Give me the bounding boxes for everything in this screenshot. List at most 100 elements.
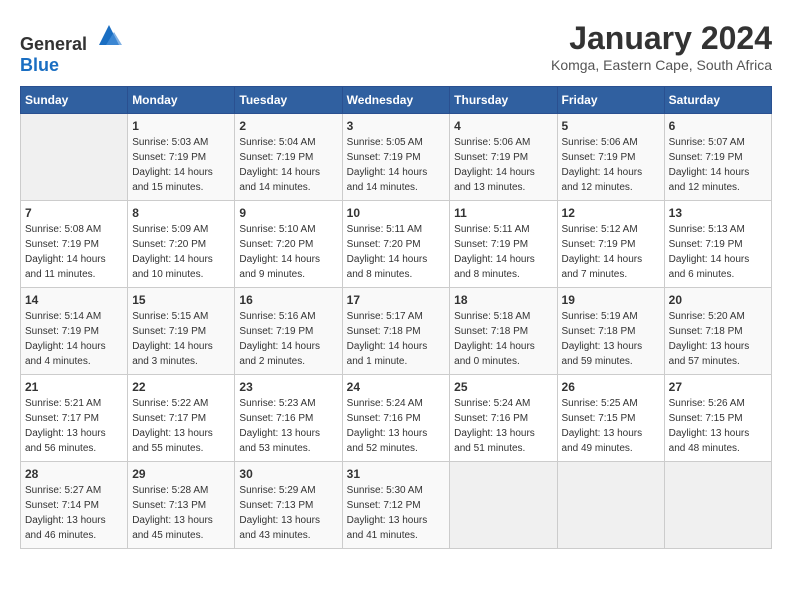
calendar-cell: 19 Sunrise: 5:19 AM Sunset: 7:18 PM Dayli…	[557, 288, 664, 375]
calendar-cell: 14 Sunrise: 5:14 AM Sunset: 7:19 PM Dayli…	[21, 288, 128, 375]
title-section: January 2024 Komga, Eastern Cape, South …	[551, 20, 772, 73]
day-info: Sunrise: 5:09 AM Sunset: 7:20 PM Dayligh…	[132, 222, 230, 282]
day-info: Sunrise: 5:28 AM Sunset: 7:13 PM Dayligh…	[132, 483, 230, 543]
calendar-header-row: SundayMondayTuesdayWednesdayThursdayFrid…	[21, 87, 772, 114]
calendar-cell: 30Sunrise: 5:29 AM Sunset: 7:13 PM Dayli…	[235, 462, 342, 549]
day-number: 8	[132, 206, 230, 220]
day-number: 9	[239, 206, 337, 220]
day-number: 7	[25, 206, 123, 220]
calendar-cell: 28 Sunrise: 5:27 AM Sunset: 7:14 PM Dayli…	[21, 462, 128, 549]
logo-icon	[94, 20, 124, 50]
calendar-cell: 6Sunrise: 5:07 AM Sunset: 7:19 PM Daylig…	[664, 114, 771, 201]
day-info: Sunrise: 5:08 AM Sunset: 7:19 PM Dayligh…	[25, 222, 123, 282]
day-number: 26	[562, 380, 660, 394]
day-info: Sunrise: 5:26 AM Sunset: 7:15 PM Dayligh…	[669, 396, 767, 456]
day-number: 28	[25, 467, 123, 481]
calendar-cell: 20 Sunrise: 5:20 AM Sunset: 7:18 PM Dayli…	[664, 288, 771, 375]
day-number: 2	[239, 119, 337, 133]
day-info: Sunrise: 5:24 AM Sunset: 7:16 PM Dayligh…	[454, 396, 552, 456]
day-header: Monday	[128, 87, 235, 114]
calendar-week-row: 28 Sunrise: 5:27 AM Sunset: 7:14 PM Dayli…	[21, 462, 772, 549]
day-number: 18	[454, 293, 552, 307]
calendar-cell: 8 Sunrise: 5:09 AM Sunset: 7:20 PM Daylig…	[128, 201, 235, 288]
calendar-week-row: 7 Sunrise: 5:08 AM Sunset: 7:19 PM Daylig…	[21, 201, 772, 288]
calendar-week-row: 1 Sunrise: 5:03 AM Sunset: 7:19 PM Daylig…	[21, 114, 772, 201]
calendar-cell: 2 Sunrise: 5:04 AM Sunset: 7:19 PM Daylig…	[235, 114, 342, 201]
day-info: Sunrise: 5:05 AM Sunset: 7:19 PM Dayligh…	[347, 135, 446, 195]
day-info: Sunrise: 5:04 AM Sunset: 7:19 PM Dayligh…	[239, 135, 337, 195]
day-number: 29	[132, 467, 230, 481]
calendar-cell: 16 Sunrise: 5:16 AM Sunset: 7:19 PM Dayli…	[235, 288, 342, 375]
calendar-cell: 18Sunrise: 5:18 AM Sunset: 7:18 PM Dayli…	[450, 288, 557, 375]
day-number: 23	[239, 380, 337, 394]
calendar-cell: 24 Sunrise: 5:24 AM Sunset: 7:16 PM Dayli…	[342, 375, 450, 462]
day-info: Sunrise: 5:16 AM Sunset: 7:19 PM Dayligh…	[239, 309, 337, 369]
day-info: Sunrise: 5:11 AM Sunset: 7:19 PM Dayligh…	[454, 222, 552, 282]
day-number: 19	[562, 293, 660, 307]
day-number: 4	[454, 119, 552, 133]
day-number: 3	[347, 119, 446, 133]
day-info: Sunrise: 5:03 AM Sunset: 7:19 PM Dayligh…	[132, 135, 230, 195]
calendar-cell: 11 Sunrise: 5:11 AM Sunset: 7:19 PM Dayli…	[450, 201, 557, 288]
calendar-cell: 12Sunrise: 5:12 AM Sunset: 7:19 PM Dayli…	[557, 201, 664, 288]
day-number: 14	[25, 293, 123, 307]
calendar-week-row: 14 Sunrise: 5:14 AM Sunset: 7:19 PM Dayli…	[21, 288, 772, 375]
day-number: 5	[562, 119, 660, 133]
day-info: Sunrise: 5:14 AM Sunset: 7:19 PM Dayligh…	[25, 309, 123, 369]
calendar-cell: 27 Sunrise: 5:26 AM Sunset: 7:15 PM Dayli…	[664, 375, 771, 462]
day-info: Sunrise: 5:29 AM Sunset: 7:13 PM Dayligh…	[239, 483, 337, 543]
day-info: Sunrise: 5:11 AM Sunset: 7:20 PM Dayligh…	[347, 222, 446, 282]
main-title: January 2024	[551, 20, 772, 57]
day-number: 22	[132, 380, 230, 394]
day-info: Sunrise: 5:30 AM Sunset: 7:12 PM Dayligh…	[347, 483, 446, 543]
day-info: Sunrise: 5:15 AM Sunset: 7:19 PM Dayligh…	[132, 309, 230, 369]
header: General Blue January 2024 Komga, Eastern…	[20, 20, 772, 76]
day-number: 27	[669, 380, 767, 394]
calendar-cell: 15Sunrise: 5:15 AM Sunset: 7:19 PM Dayli…	[128, 288, 235, 375]
day-number: 13	[669, 206, 767, 220]
day-info: Sunrise: 5:23 AM Sunset: 7:16 PM Dayligh…	[239, 396, 337, 456]
subtitle: Komga, Eastern Cape, South Africa	[551, 57, 772, 73]
calendar-cell: 9 Sunrise: 5:10 AM Sunset: 7:20 PM Daylig…	[235, 201, 342, 288]
day-number: 20	[669, 293, 767, 307]
day-info: Sunrise: 5:19 AM Sunset: 7:18 PM Dayligh…	[562, 309, 660, 369]
day-number: 11	[454, 206, 552, 220]
calendar-cell	[21, 114, 128, 201]
day-number: 24	[347, 380, 446, 394]
calendar-cell: 5 Sunrise: 5:06 AM Sunset: 7:19 PM Daylig…	[557, 114, 664, 201]
day-info: Sunrise: 5:06 AM Sunset: 7:19 PM Dayligh…	[562, 135, 660, 195]
calendar-cell: 7 Sunrise: 5:08 AM Sunset: 7:19 PM Daylig…	[21, 201, 128, 288]
day-header: Thursday	[450, 87, 557, 114]
day-number: 31	[347, 467, 446, 481]
calendar-cell: 21Sunrise: 5:21 AM Sunset: 7:17 PM Dayli…	[21, 375, 128, 462]
calendar-cell: 1 Sunrise: 5:03 AM Sunset: 7:19 PM Daylig…	[128, 114, 235, 201]
day-number: 25	[454, 380, 552, 394]
day-number: 12	[562, 206, 660, 220]
calendar-cell: 17Sunrise: 5:17 AM Sunset: 7:18 PM Dayli…	[342, 288, 450, 375]
calendar-cell	[664, 462, 771, 549]
calendar-table: SundayMondayTuesdayWednesdayThursdayFrid…	[20, 86, 772, 549]
day-header: Tuesday	[235, 87, 342, 114]
day-number: 16	[239, 293, 337, 307]
day-info: Sunrise: 5:13 AM Sunset: 7:19 PM Dayligh…	[669, 222, 767, 282]
calendar-cell: 25 Sunrise: 5:24 AM Sunset: 7:16 PM Dayli…	[450, 375, 557, 462]
day-header: Wednesday	[342, 87, 450, 114]
logo-blue: Blue	[20, 55, 59, 75]
calendar-cell: 10Sunrise: 5:11 AM Sunset: 7:20 PM Dayli…	[342, 201, 450, 288]
day-header: Sunday	[21, 87, 128, 114]
day-info: Sunrise: 5:21 AM Sunset: 7:17 PM Dayligh…	[25, 396, 123, 456]
logo-general: General	[20, 34, 87, 54]
day-info: Sunrise: 5:24 AM Sunset: 7:16 PM Dayligh…	[347, 396, 446, 456]
day-info: Sunrise: 5:10 AM Sunset: 7:20 PM Dayligh…	[239, 222, 337, 282]
logo: General Blue	[20, 20, 124, 76]
calendar-cell: 23 Sunrise: 5:23 AM Sunset: 7:16 PM Dayli…	[235, 375, 342, 462]
calendar-cell: 4Sunrise: 5:06 AM Sunset: 7:19 PM Daylig…	[450, 114, 557, 201]
day-info: Sunrise: 5:25 AM Sunset: 7:15 PM Dayligh…	[562, 396, 660, 456]
day-info: Sunrise: 5:20 AM Sunset: 7:18 PM Dayligh…	[669, 309, 767, 369]
day-info: Sunrise: 5:27 AM Sunset: 7:14 PM Dayligh…	[25, 483, 123, 543]
calendar-cell: 26 Sunrise: 5:25 AM Sunset: 7:15 PM Dayli…	[557, 375, 664, 462]
day-number: 1	[132, 119, 230, 133]
day-header: Friday	[557, 87, 664, 114]
calendar-cell	[450, 462, 557, 549]
calendar-cell: 13 Sunrise: 5:13 AM Sunset: 7:19 PM Dayli…	[664, 201, 771, 288]
